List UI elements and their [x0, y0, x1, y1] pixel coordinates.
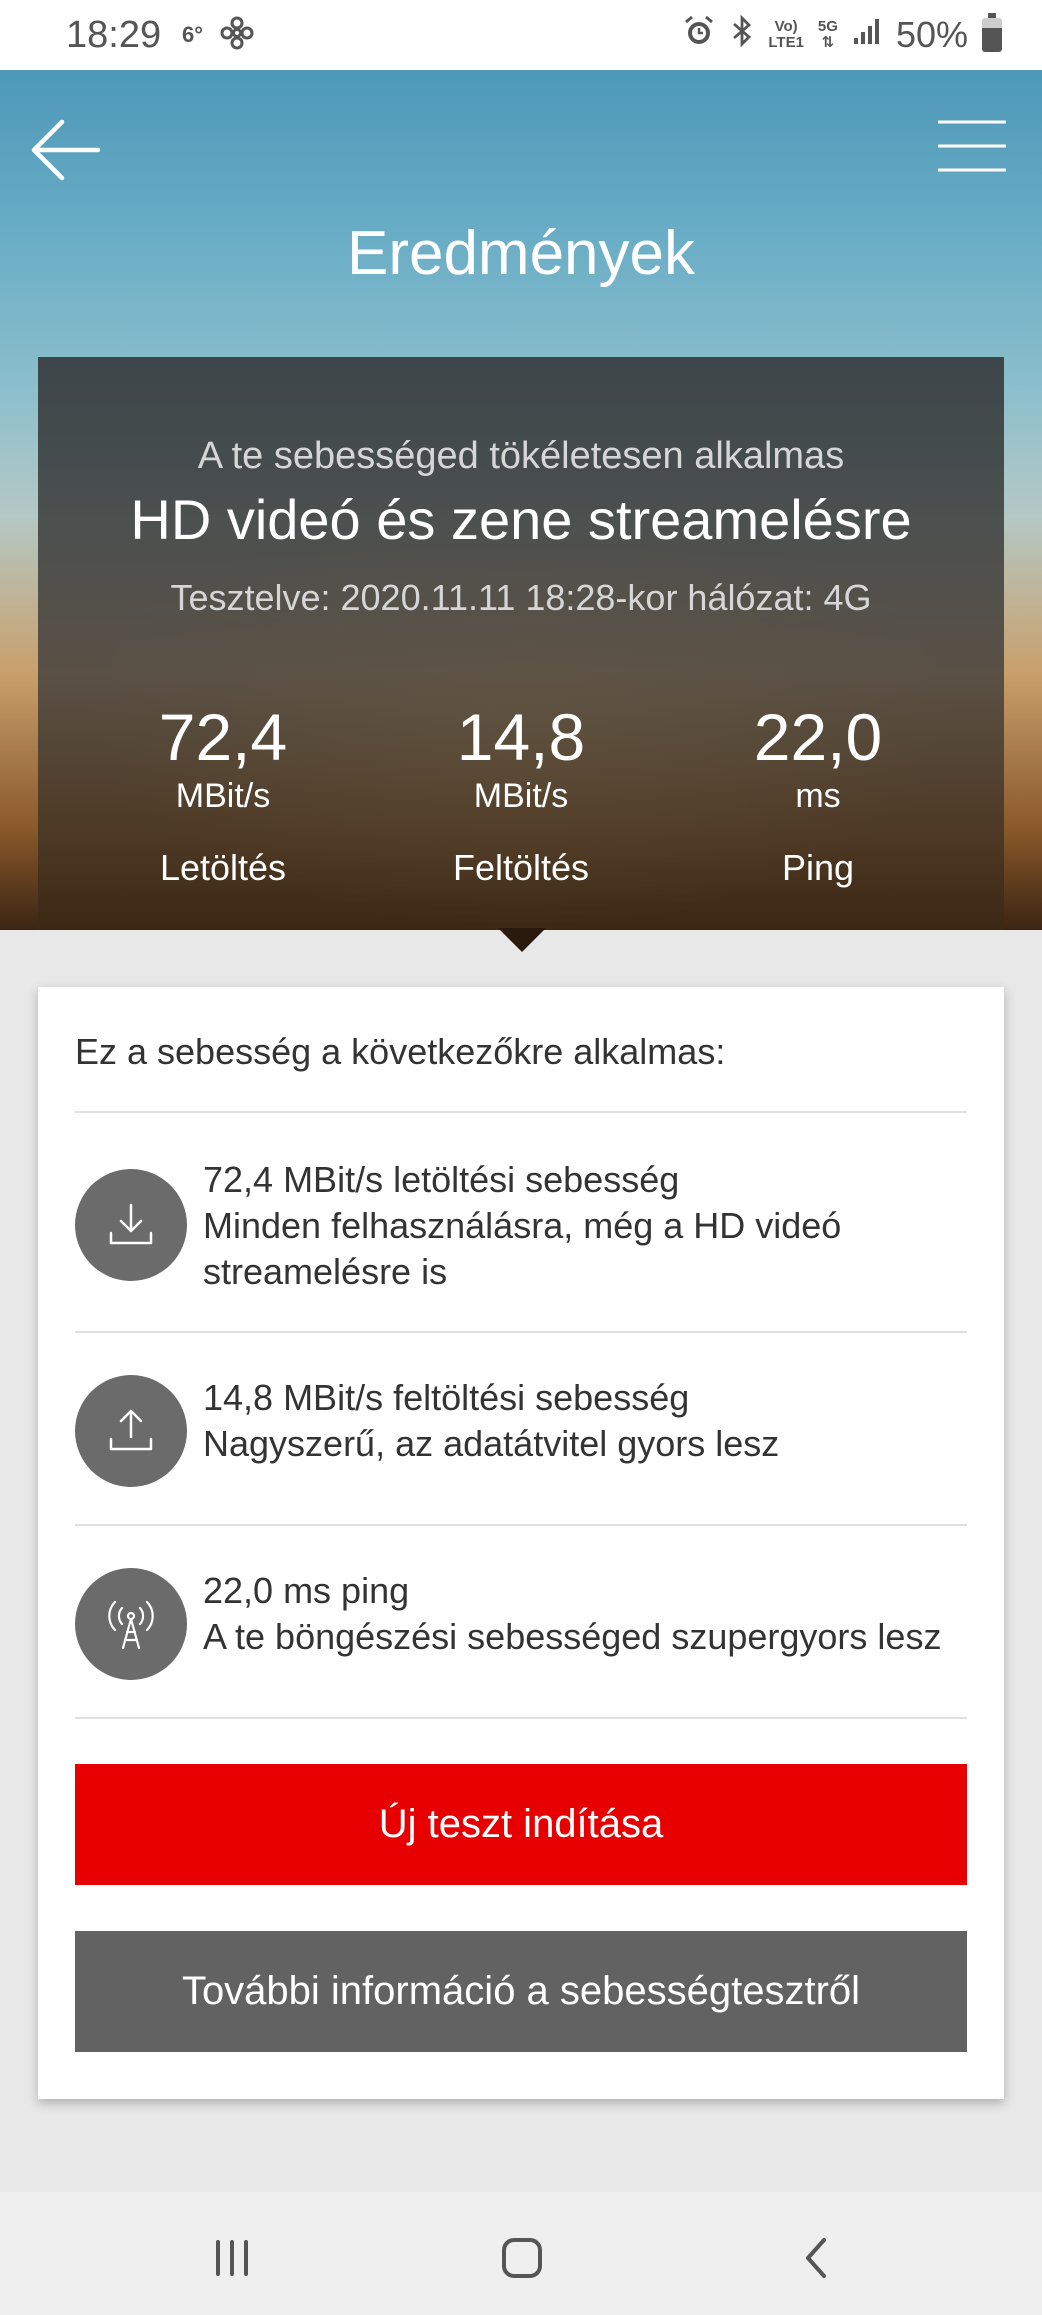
- system-nav-bar: [0, 2192, 1042, 2315]
- metric-unit: MBit/s: [473, 777, 569, 815]
- divider: [75, 1111, 967, 1113]
- back-nav-icon[interactable]: [788, 2228, 848, 2288]
- metric-value: 22,0: [753, 700, 883, 774]
- new-test-button[interactable]: Új teszt indítása: [75, 1764, 967, 1885]
- network-5g-label: 5G: [817, 18, 838, 35]
- card-pointer-arrow: [498, 928, 546, 952]
- volte-bottom: LTE1: [768, 34, 804, 51]
- bluetooth-icon: [730, 14, 754, 56]
- metric-label: Ping: [781, 847, 855, 888]
- divider: [75, 1524, 967, 1526]
- metric-value: 72,4: [158, 700, 288, 774]
- detail-line: 14,8 MBit/s feltöltési sebesség: [203, 1377, 690, 1418]
- detail-line: Nagyszerű, az adatátvitel gyors lesz: [203, 1423, 780, 1464]
- signal-icon: [852, 16, 882, 54]
- metric-unit: ms: [795, 777, 841, 815]
- alarm-icon: [682, 14, 716, 56]
- divider: [75, 1331, 967, 1333]
- detail-row-upload: 14,8 MBit/s feltöltési sebesség Nagyszer…: [75, 1375, 967, 1495]
- detail-text: 14,8 MBit/s feltöltési sebesség Nagyszer…: [203, 1375, 963, 1467]
- metric-ping: 22,0 ms Ping: [668, 702, 968, 888]
- hamburger-menu-icon[interactable]: [936, 118, 1008, 174]
- upload-icon: [75, 1375, 187, 1487]
- detail-line: 22,0 ms ping: [203, 1570, 410, 1611]
- status-bar: 18:29 6° Vo) LTE1 5G ⇅ 50%: [0, 0, 1042, 70]
- metric-label: Letöltés: [159, 847, 287, 888]
- metric-label: Feltöltés: [452, 847, 590, 888]
- page-title: Eredmények: [346, 219, 696, 288]
- divider: [75, 1717, 967, 1719]
- antenna-icon: [75, 1568, 187, 1680]
- status-time: 18:29: [66, 14, 162, 56]
- battery-percentage: 50%: [895, 14, 968, 55]
- more-info-button[interactable]: További információ a sebességtesztről: [75, 1931, 967, 2052]
- back-arrow-icon[interactable]: [28, 112, 104, 188]
- details-card: Ez a sebesség a következőkre alkalmas: 7…: [38, 987, 1004, 2099]
- detail-row-ping: 22,0 ms ping A te böngészési sebességed …: [75, 1568, 967, 1688]
- recent-apps-icon[interactable]: [202, 2228, 262, 2288]
- home-icon[interactable]: [492, 2228, 552, 2288]
- test-timestamp: Tesztelve: 2020.11.11 18:28-kor hálózat:…: [170, 577, 872, 618]
- status-temperature: 6°: [182, 22, 204, 47]
- detail-line: 72,4 MBit/s letöltési sebesség: [203, 1159, 680, 1200]
- detail-text: 22,0 ms ping A te böngészési sebességed …: [203, 1568, 963, 1660]
- detail-text: 72,4 MBit/s letöltési sebesség Minden fe…: [203, 1157, 963, 1295]
- volte-top: Vo): [774, 18, 798, 35]
- metrics-row: 72,4 MBit/s Letöltés 14,8 MBit/s Feltölt…: [38, 702, 1004, 922]
- summary-headline: HD videó és zene streamelésre: [130, 488, 912, 551]
- status-icons: Vo) LTE1 5G ⇅ 50%: [682, 13, 1002, 56]
- metric-unit: MBit/s: [175, 777, 271, 815]
- metric-upload: 14,8 MBit/s Feltöltés: [371, 702, 671, 888]
- metric-download: 72,4 MBit/s Letöltés: [73, 702, 373, 888]
- detail-line: streamelésre is: [203, 1251, 448, 1292]
- detail-line: A te böngészési sebességed szupergyors l…: [203, 1616, 942, 1657]
- results-hero: Eredmények A te sebességed tökéletesen a…: [0, 70, 1042, 930]
- battery-icon: [982, 13, 1002, 52]
- details-intro: Ez a sebesség a következőkre alkalmas:: [75, 1031, 726, 1072]
- network-5g-indicator: 5G ⇅: [818, 19, 838, 51]
- data-arrows-icon: ⇅: [821, 34, 835, 51]
- download-icon: [75, 1169, 187, 1281]
- results-summary-card: A te sebességed tökéletesen alkalmas HD …: [38, 357, 1004, 930]
- summary-subtitle: A te sebességed tökéletesen alkalmas: [197, 435, 845, 477]
- volte-indicator: Vo) LTE1: [768, 19, 804, 51]
- detail-row-download: 72,4 MBit/s letöltési sebesség Minden fe…: [75, 1157, 967, 1307]
- detail-line: Minden felhasználásra, még a HD videó: [203, 1205, 842, 1246]
- metric-value: 14,8: [456, 700, 586, 774]
- fan-icon: [220, 16, 254, 57]
